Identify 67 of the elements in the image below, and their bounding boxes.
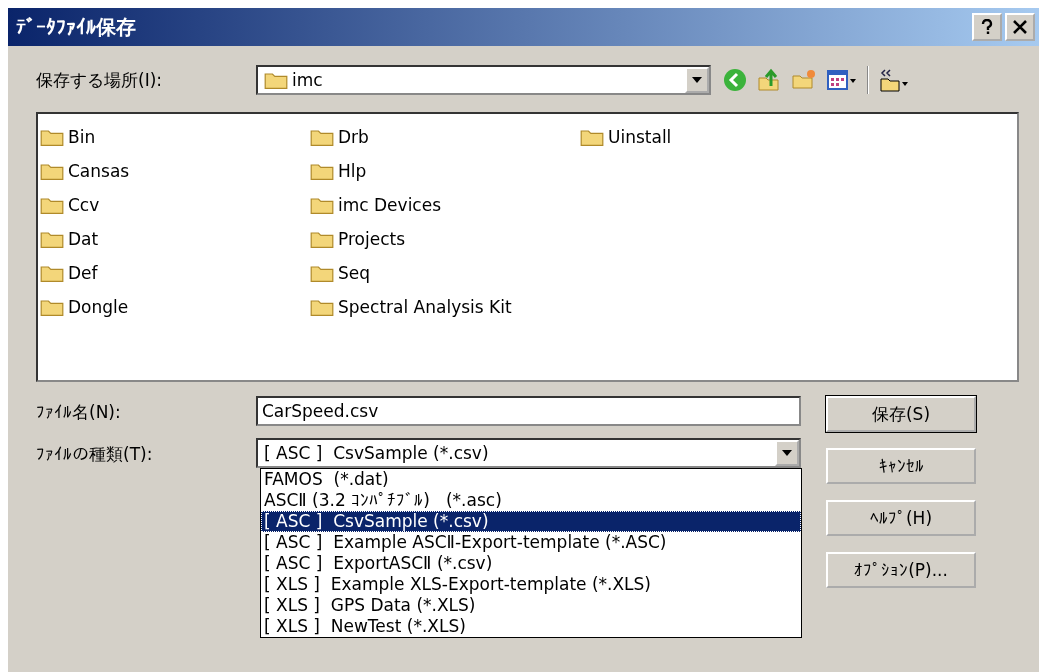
close-button[interactable] [1005,13,1035,41]
folder-name: Bin [68,127,96,147]
view-menu-icon[interactable] [827,68,857,92]
folder-icon [40,297,64,317]
folder-name: Uinstall [608,127,672,147]
folder-name: Spectral Analysis Kit [338,297,512,317]
file-type-label: ﾌｧｲﾙの種類(T): [36,443,154,466]
folder-item[interactable]: Bin [40,120,310,154]
help-button[interactable] [972,13,1002,41]
folder-item[interactable]: Drb [310,120,580,154]
folder-icon [310,161,334,181]
folder-item[interactable]: Dongle [40,290,310,324]
location-label: 保存する場所(I): [36,68,163,92]
folder-icon [40,263,64,283]
folder-name: Hlp [338,161,367,181]
up-folder-icon[interactable] [757,68,781,92]
folder-name: Def [68,263,98,283]
folder-item[interactable]: imc Devices [310,188,580,222]
file-type-option[interactable]: [ XLS ] GPS Data (*.XLS) [261,595,801,616]
folder-icon [310,127,334,147]
file-type-dropdown[interactable]: [ ASC ] CsvSample (*.csv) [256,438,801,468]
folder-icon [40,127,64,147]
folder-item[interactable]: Dat [40,222,310,256]
window-title: ﾃﾞｰﾀﾌｧｲﾙ保存 [16,13,136,41]
close-icon [1013,20,1027,34]
location-dropdown[interactable]: imc [256,65,711,95]
folder-item[interactable]: Uinstall [580,120,850,154]
folder-menu-icon[interactable] [879,67,909,93]
folder-icon [310,229,334,249]
folder-name: imc Devices [338,195,442,215]
folder-item[interactable]: Cansas [40,154,310,188]
file-type-option[interactable]: [ ASC ] ExportASCⅡ (*.csv) [261,553,801,574]
file-name-field[interactable]: CarSpeed.csv [256,396,801,426]
help-icon [981,19,993,35]
dialog-button[interactable]: 保存(S) [826,396,976,432]
folder-icon [580,127,604,147]
file-type-option[interactable]: FAMOS (*.dat) [261,469,801,490]
dialog-button[interactable]: ｵﾌﾟｼｮﾝ(P)... [826,552,976,588]
folder-icon [310,297,334,317]
folder-name: Projects [338,229,406,249]
folder-item[interactable]: Hlp [310,154,580,188]
folder-icon [40,161,64,181]
folder-icon [40,229,64,249]
folder-name: Dongle [68,297,129,317]
folder-name: Seq [338,263,371,283]
folder-icon [310,263,334,283]
folder-name: Drb [338,127,369,147]
folder-item[interactable]: Spectral Analysis Kit [310,290,580,324]
folder-icon [264,70,288,90]
file-type-option[interactable]: ASCⅡ (3.2 ｺﾝﾊﾟﾁﾌﾞﾙ) (*.asc) [261,490,801,511]
folder-name: Ccv [68,195,100,215]
folder-item[interactable]: Ccv [40,188,310,222]
folder-item[interactable]: Def [40,256,310,290]
folder-name: Cansas [68,161,130,181]
file-type-option[interactable]: [ ASC ] CsvSample (*.csv) [261,511,801,532]
back-icon[interactable] [723,68,747,92]
folder-icon [310,195,334,215]
folder-icon [40,195,64,215]
file-type-option[interactable]: [ XLS ] NewTest (*.XLS) [261,616,801,637]
dialog-button[interactable]: ﾍﾙﾌﾟ(H) [826,500,976,536]
folder-name: Dat [68,229,99,249]
folder-item[interactable]: Seq [310,256,580,290]
file-type-option[interactable]: [ ASC ] Example ASCⅡ-Export-template (*.ASC) [261,532,801,553]
file-name-label: ﾌｧｲﾙ名(N): [36,401,122,424]
dialog-button[interactable]: ｷｬﾝｾﾙ [826,448,976,484]
folder-item[interactable]: Projects [310,222,580,256]
file-type-option[interactable]: [ XLS ] Example XLS-Export-template (*.XLS) [261,574,801,595]
